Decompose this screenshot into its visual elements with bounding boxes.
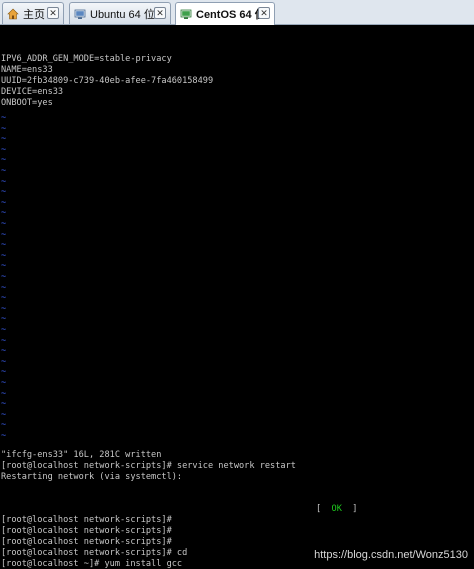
tab-home-label: 主页 (23, 8, 45, 21)
ok-word: OK (331, 504, 342, 514)
vim-tilde-line: ~ (1, 367, 7, 378)
vim-tilde-line: ~ (1, 197, 7, 208)
tab-centos[interactable]: CentOS 64 位 ✕ (175, 2, 275, 25)
command-line: [root@localhost network-scripts]# servic… (1, 461, 296, 471)
vim-tilde-line: ~ (1, 325, 7, 335)
vim-tilde-line: ~ (1, 176, 7, 187)
tab-ubuntu-label: Ubuntu 64 位 (90, 8, 155, 21)
vim-tilde-line: ~ (1, 388, 7, 399)
vim-tilde-line: ~ (1, 240, 7, 251)
vim-tilde-line: ~ (1, 187, 7, 198)
vim-tilde-line: ~ (1, 314, 7, 325)
vim-status-message: "ifcfg-ens33" 16L, 281C written (1, 450, 162, 460)
config-line: DEVICE=ens33 (1, 87, 64, 97)
prompt-line: [root@localhost network-scripts]# cd (1, 548, 188, 558)
vim-tilde-line: ~ (1, 261, 7, 272)
prompt-line: [root@localhost network-scripts]# (1, 537, 172, 547)
tab-centos-label: CentOS 64 位 (196, 9, 266, 21)
vim-tilde-line: ~ (1, 208, 7, 219)
close-icon[interactable]: ✕ (47, 7, 59, 19)
config-line: IPV6_ADDR_GEN_MODE=stable-privacy (1, 54, 172, 64)
vim-tilde-line: ~ (1, 229, 7, 240)
tab-bar: 主页 ✕ Ubuntu 64 位 ✕ CentOS 64 位 ✕ (0, 0, 474, 25)
output-line: Restarting network (via systemctl): (1, 472, 183, 482)
vim-tilde-line: ~ (1, 144, 7, 155)
vim-tilde-line: ~ (1, 272, 7, 282)
prompt-line: [root@localhost network-scripts]# (1, 515, 172, 525)
prompt-line: [root@localhost network-scripts]# (1, 526, 172, 536)
close-icon[interactable]: ✕ (258, 7, 270, 19)
config-line: ONBOOT=yes (1, 98, 53, 108)
config-line: UUID=2fb34809-c739-40eb-afee-7fa46015849… (1, 76, 214, 86)
vim-tilde-line: ~ (1, 409, 7, 420)
vim-tilde-line: ~ (1, 420, 7, 431)
ok-bracket-open: [ (316, 504, 322, 514)
vim-tilde-line: ~ (1, 356, 7, 367)
vim-tilde-line: ~ (1, 219, 7, 229)
home-icon (7, 8, 19, 19)
vim-tilde-line: ~ (1, 346, 7, 357)
ok-bracket-close: ] (352, 504, 358, 514)
tab-ubuntu[interactable]: Ubuntu 64 位 ✕ (69, 2, 171, 24)
vim-tilde-line: ~ (1, 123, 7, 134)
vm-icon (74, 9, 86, 19)
vim-tilde-line: ~ (1, 399, 7, 410)
prompt-line: [root@localhost ~]# yum install gcc (1, 559, 183, 569)
vim-tilde-line: ~ (1, 303, 7, 314)
terminal-console[interactable]: IPV6_ADDR_GEN_MODE=stable-privacy NAME=e… (0, 25, 474, 569)
vim-tilde-line: ~ (1, 431, 7, 441)
vim-tilde-line: ~ (1, 113, 7, 123)
vim-tilde-line: ~ (1, 335, 7, 346)
vim-tilde-line: ~ (1, 282, 7, 293)
config-line: NAME=ens33 (1, 65, 53, 75)
ok-status: [ OK ] (316, 504, 357, 515)
tab-home[interactable]: 主页 ✕ (2, 2, 64, 24)
vim-tilde-line: ~ (1, 378, 7, 388)
close-icon[interactable]: ✕ (154, 7, 166, 19)
vim-tilde-line: ~ (1, 134, 7, 145)
vm-icon (180, 9, 192, 19)
watermark-text: https://blog.csdn.net/Wonz5130 (314, 549, 468, 561)
vim-tilde-line: ~ (1, 250, 7, 261)
vim-tilde-line: ~ (1, 166, 7, 176)
vim-tilde-line: ~ (1, 155, 7, 166)
vim-tilde-line: ~ (1, 293, 7, 304)
